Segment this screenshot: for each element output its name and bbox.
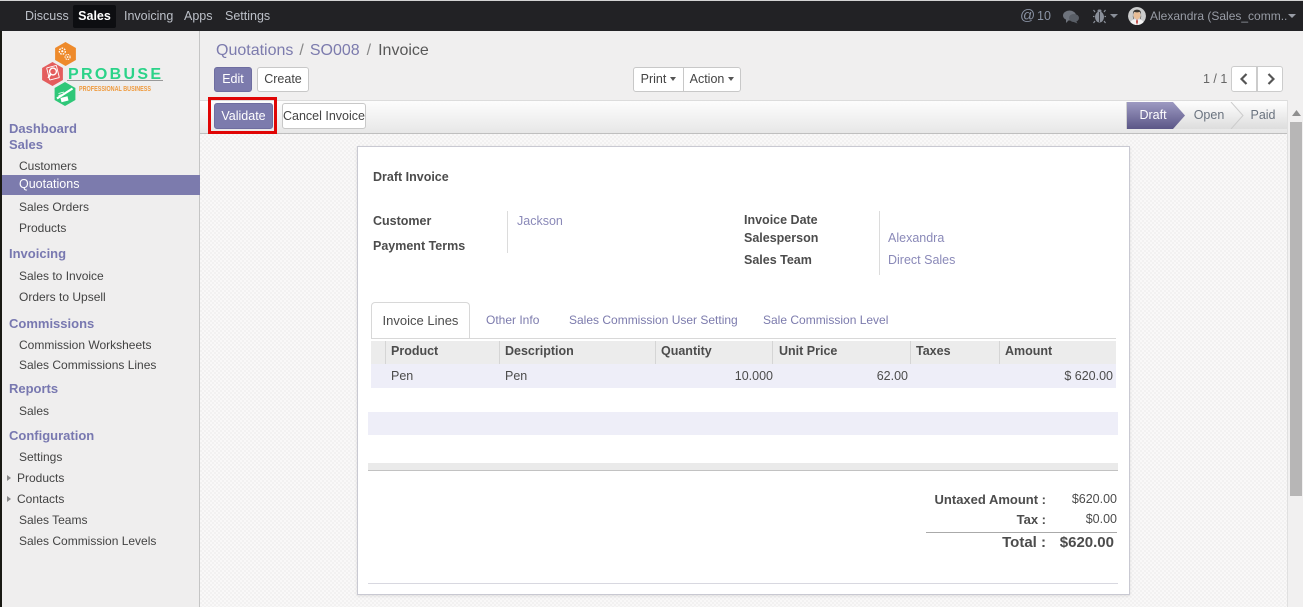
- svg-text:PROFESSIONAL BUSINESS: PROFESSIONAL BUSINESS: [79, 84, 151, 93]
